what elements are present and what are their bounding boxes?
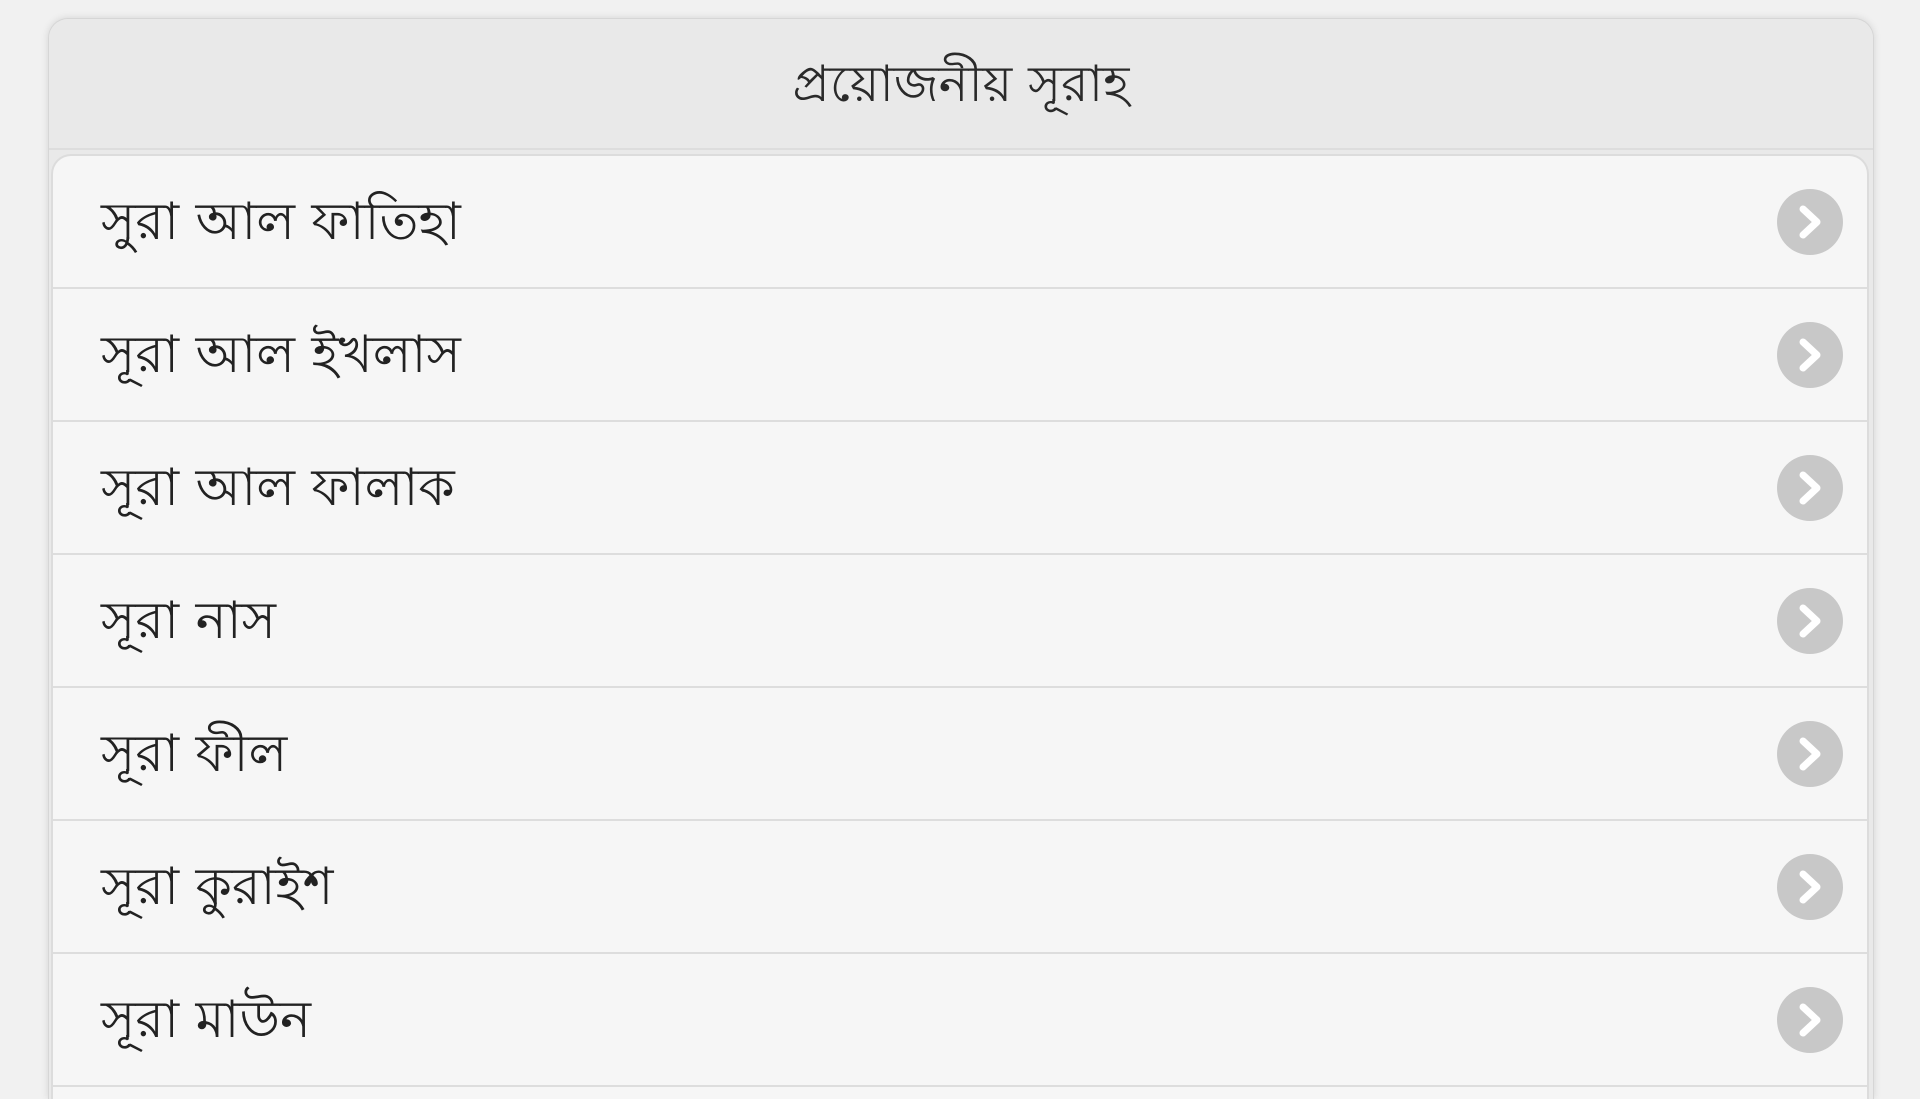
list-item-label: সূরা নাস xyxy=(101,590,277,651)
header-bar: প্রয়োজনীয় সূরাহ xyxy=(49,19,1873,150)
surah-list-panel: প্রয়োজনীয় সূরাহ সুরা আল ফাতিহা সূরা আল… xyxy=(48,18,1874,1099)
list-item-label: সূরা মাউন xyxy=(101,989,312,1050)
chevron-right-icon[interactable] xyxy=(1777,720,1843,787)
list-item-surah-falaq[interactable]: সূরা আল ফালাক xyxy=(53,422,1867,555)
list-item-label: সূরা আল ফালাক xyxy=(101,457,455,518)
chevron-right-icon[interactable] xyxy=(1777,454,1843,521)
surah-list: সুরা আল ফাতিহা সূরা আল ইখলাস সূরা আল ফাল… xyxy=(51,154,1869,1099)
chevron-right-icon[interactable] xyxy=(1777,853,1843,920)
list-item-surah-ikhlas[interactable]: সূরা আল ইখলাস xyxy=(53,289,1867,422)
list-item-surah-fil[interactable]: সূরা ফীল xyxy=(53,688,1867,821)
list-item-surah-nas[interactable]: সূরা নাস xyxy=(53,555,1867,688)
list-item-label: সুরা আল ফাতিহা xyxy=(101,191,461,252)
chevron-right-icon[interactable] xyxy=(1777,986,1843,1053)
list-item-label: সূরা আল ইখলাস xyxy=(101,324,461,385)
list-item-label: সূরা ফীল xyxy=(101,723,288,784)
list-item-surah-fatiha[interactable]: সুরা আল ফাতিহা xyxy=(53,156,1867,289)
list-item-surah-quraish[interactable]: সূরা কুরাইশ xyxy=(53,821,1867,954)
chevron-right-icon[interactable] xyxy=(1777,321,1843,388)
page-title: প্রয়োজনীয় সূরাহ xyxy=(792,54,1130,113)
list-item-surah-maun[interactable]: সূরা মাউন xyxy=(53,954,1867,1087)
chevron-right-icon[interactable] xyxy=(1777,188,1843,255)
chevron-right-icon[interactable] xyxy=(1777,587,1843,654)
list-item-label: সূরা কুরাইশ xyxy=(101,856,334,917)
